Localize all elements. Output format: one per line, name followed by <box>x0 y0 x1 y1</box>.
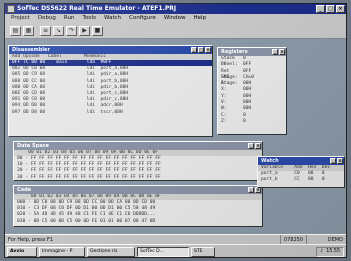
save-icon[interactable]: ▦ <box>23 26 34 36</box>
list-icon[interactable]: ≡ <box>40 26 51 36</box>
app-icon[interactable] <box>7 5 15 13</box>
status-bar: For Help, press F1 078250 DEMO <box>5 234 346 244</box>
menu-run[interactable]: Run <box>64 14 75 23</box>
status-help-text: For Help, press F1 <box>8 237 54 243</box>
close-icon[interactable]: × <box>255 143 261 149</box>
code-row[interactable]: 030 - 0D C5 00 0D C5 00 0D FE 01 01 00 0… <box>14 219 262 225</box>
disassembler-title-bar[interactable]: Disassembler _ □ × <box>9 46 212 54</box>
watch-title-bar[interactable]: Watch _ × <box>258 157 344 165</box>
status-position: 078250 <box>279 235 306 244</box>
watch-row[interactable]: port_b CC 00 0 <box>258 177 344 183</box>
system-tray: ♪ 15.55 <box>316 247 344 257</box>
menu-window[interactable]: Window <box>164 14 186 23</box>
data-space-window[interactable]: Data Space _ × 00 01 02 03 04 05 06 07 0… <box>13 141 263 181</box>
code-title: Code <box>17 187 32 193</box>
minimize-icon[interactable]: _ <box>330 158 336 164</box>
task-button-immagine[interactable]: Immagine - P <box>39 247 85 257</box>
step-over-icon[interactable]: ↷ <box>66 26 77 36</box>
menu-debug[interactable]: Debug <box>38 14 56 23</box>
menu-tools[interactable]: Tools <box>82 14 96 23</box>
toolbar: ▤ ▦ ≡ ↘ ↷ ▶ ■ <box>5 23 346 39</box>
mdi-workspace: Disassembler _ □ × Add Opcode Label Mnem… <box>5 39 346 234</box>
status-mode: DEMO <box>306 235 346 244</box>
menu-project[interactable]: Project <box>11 14 30 23</box>
menu-bar: Project Debug Run Tools Watch Configure … <box>5 14 346 23</box>
registers-window[interactable]: Registers _ × Stack Level: 0 PC: 0FF Ret S… <box>217 47 287 135</box>
close-icon[interactable]: × <box>337 158 343 164</box>
step-into-icon[interactable]: ↘ <box>53 26 64 36</box>
data-space-title-bar[interactable]: Data Space _ × <box>14 142 262 150</box>
minimize-icon[interactable]: _ <box>248 143 254 149</box>
menu-configure[interactable]: Configure <box>129 14 156 23</box>
clock[interactable]: 15.55 <box>326 248 340 256</box>
task-button-ste[interactable]: STE <box>191 247 215 257</box>
maximize-icon[interactable]: □ <box>198 47 204 53</box>
start-button[interactable]: Avvio <box>7 247 37 257</box>
window-title: SofTec DS5622 Real Time Emulator - ATEF1… <box>17 5 177 12</box>
title-bar[interactable]: SofTec DS5622 Real Time Emulator - ATEF1… <box>5 4 346 14</box>
task-button-gestione[interactable]: Gestione ris <box>87 247 135 257</box>
speaker-icon[interactable]: ♪ <box>320 248 323 256</box>
close-icon[interactable]: × <box>279 49 285 55</box>
disassembler-title: Disassembler <box>12 47 50 53</box>
watch-window[interactable]: Watch _ × Variable Add Hex Dec port_a C0… <box>257 156 345 188</box>
code-title-bar[interactable]: Code _ × <box>14 186 262 194</box>
register-row: Z: 0 <box>221 118 246 124</box>
registers-title-bar[interactable]: Registers _ × <box>218 48 286 56</box>
minimize-icon[interactable]: _ <box>272 49 278 55</box>
open-icon[interactable]: ▤ <box>10 26 21 36</box>
data-space-title: Data Space <box>17 143 49 149</box>
task-button-softec[interactable]: SofTec D... <box>137 247 189 257</box>
maximize-icon[interactable]: □ <box>326 5 335 13</box>
emulator-screen: SofTec DS5622 Real Time Emulator - ATEF1… <box>4 3 347 258</box>
minimize-icon[interactable]: _ <box>316 5 325 13</box>
menu-watch[interactable]: Watch <box>104 14 121 23</box>
menu-help[interactable]: Help <box>194 14 207 23</box>
memory-row[interactable]: 30 - FF FF FF FF FF FF FF FF FF FF FF FF… <box>14 175 262 180</box>
stop-icon[interactable]: ■ <box>92 26 103 36</box>
close-icon[interactable]: × <box>205 47 211 53</box>
disassembler-window[interactable]: Disassembler _ □ × Add Opcode Label Mnem… <box>8 45 213 137</box>
code-window[interactable]: Code _ × 00 01 02 03 04 05 06 07 08 09 0… <box>13 185 263 227</box>
taskbar: Avvio Immagine - P Gestione ris SofTec D… <box>5 244 346 257</box>
disassembly-row[interactable]: 097 0D D8 00 ldi tscr,00H <box>9 110 212 116</box>
watch-title: Watch <box>261 158 279 164</box>
close-icon[interactable]: × <box>336 5 345 13</box>
minimize-icon[interactable]: _ <box>191 47 197 53</box>
run-icon[interactable]: ▶ <box>79 26 90 36</box>
registers-title: Registers <box>221 49 248 55</box>
minimize-icon[interactable]: _ <box>248 187 254 193</box>
